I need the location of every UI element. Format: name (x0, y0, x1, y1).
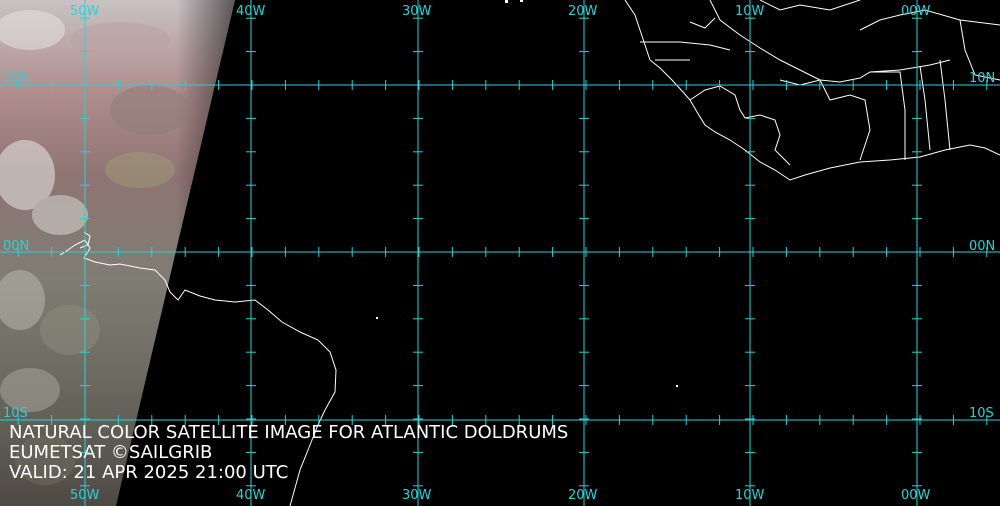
satellite-map: 50W 40W 30W 20W 10W 00W 50W 40W 30W 20W … (0, 0, 1000, 506)
lat-label-left-10s: 10S (3, 406, 28, 421)
lon-label-top-40w: 40W (236, 4, 266, 19)
lon-label-top-10w: 10W (735, 4, 765, 19)
lon-label-bottom-20w: 20W (568, 488, 598, 503)
lon-label-bottom-50w: 50W (70, 488, 100, 503)
lat-label-left-10n: 10N (3, 71, 30, 86)
caption-credit: EUMETSAT ©SAILGRIB (9, 442, 213, 463)
lat-label-left-00n: 00N (3, 239, 30, 254)
lon-label-bottom-30w: 30W (402, 488, 432, 503)
lon-label-top-00w: 00W (901, 4, 931, 19)
lon-label-top-30w: 30W (402, 4, 432, 19)
lon-label-top-50w: 50W (70, 4, 100, 19)
lon-label-bottom-10w: 10W (735, 488, 765, 503)
islands (376, 0, 678, 387)
lat-label-right-10n: 10N (969, 71, 996, 86)
lon-label-bottom-40w: 40W (236, 488, 266, 503)
lon-label-bottom-00w: 00W (901, 488, 931, 503)
caption-valid-time: VALID: 21 APR 2025 21:00 UTC (9, 462, 289, 483)
lon-label-top-20w: 20W (568, 4, 598, 19)
lat-label-right-10s: 10S (969, 406, 994, 421)
lat-label-right-00n: 00N (969, 239, 996, 254)
caption-title: NATURAL COLOR SATELLITE IMAGE FOR ATLANT… (9, 422, 569, 443)
